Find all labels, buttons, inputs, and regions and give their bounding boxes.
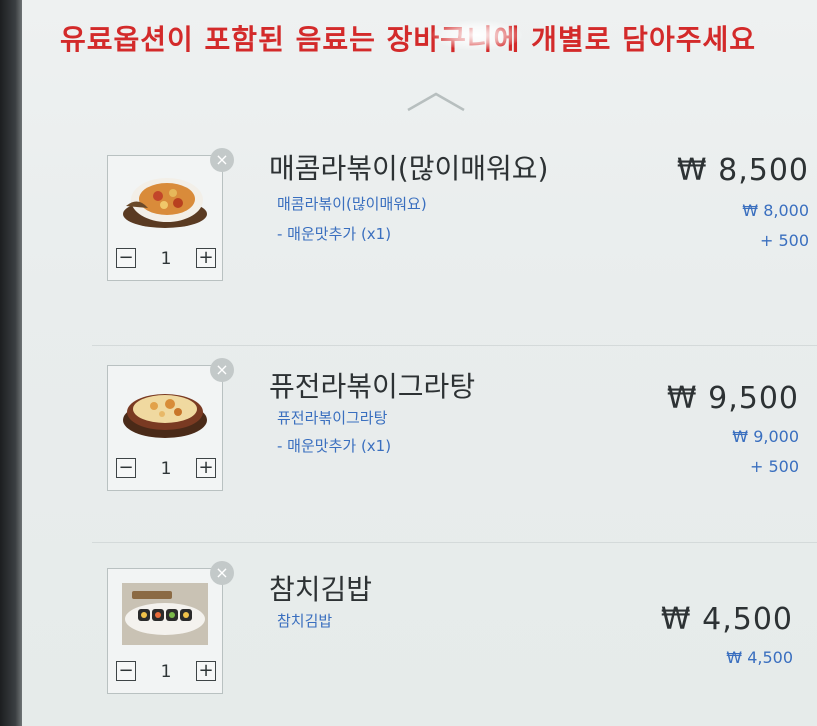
item-base-name: 참치김밥 <box>277 612 333 630</box>
item-base-price: ₩ 8,000 <box>742 201 809 220</box>
item-total-price: ₩ 9,500 <box>666 381 799 416</box>
decrease-quantity-button[interactable]: − <box>116 248 136 268</box>
tuna-gimbap-plate-icon <box>122 583 208 645</box>
scroll-up-button[interactable] <box>406 86 466 116</box>
quantity-stepper: − 1 + <box>116 458 216 480</box>
item-thumbnail-box: × − 1 + <box>107 148 234 281</box>
item-option: - 매운맛추가 (x1) <box>277 225 392 243</box>
item-divider <box>92 345 817 346</box>
item-base-price: ₩ 4,500 <box>726 648 793 667</box>
item-base-name: 매콤라볶이(많이매워요) <box>277 195 427 213</box>
cart-item: × − 1 + 퓨전라볶이그라탕 퓨전라볶이그라탕 - 매운맛추가 (x1) ₩… <box>97 358 817 555</box>
item-name: 매콤라볶이(많이매워요) <box>269 152 549 185</box>
item-base-name: 퓨전라볶이그라탕 <box>277 409 388 427</box>
rabokki-gratin-dish-icon <box>123 394 207 438</box>
increase-quantity-button[interactable]: + <box>196 248 216 268</box>
item-total-price: ₩ 4,500 <box>660 602 793 637</box>
decrease-quantity-button[interactable]: − <box>116 458 136 478</box>
quantity-value: 1 <box>160 249 172 269</box>
spicy-rabokki-dish-icon <box>123 178 207 228</box>
remove-item-button[interactable]: × <box>210 358 234 382</box>
close-icon: × <box>215 360 229 379</box>
paid-option-notice: 유료옵션이 포함된 음료는 장바구니에 개별로 담아주세요 <box>60 23 756 56</box>
increase-quantity-button[interactable]: + <box>196 458 216 478</box>
item-thumbnail-box: × − 1 + <box>107 561 234 694</box>
remove-item-button[interactable]: × <box>210 561 234 585</box>
item-option-price: + 500 <box>749 457 799 476</box>
item-name: 참치김밥 <box>269 573 373 606</box>
quantity-value: 1 <box>160 662 172 682</box>
cart-item: × − 1 + 매콤라볶이(많이매워요) 매콤라볶이(많이매워요) - 매운맛추… <box>97 148 817 345</box>
increase-quantity-button[interactable]: + <box>196 661 216 681</box>
remove-item-button[interactable]: × <box>210 148 234 172</box>
item-divider <box>92 542 817 543</box>
item-option: - 매운맛추가 (x1) <box>277 437 392 455</box>
screen-glare <box>432 20 522 50</box>
close-icon: × <box>215 563 229 582</box>
screen-bezel <box>0 0 22 726</box>
quantity-value: 1 <box>160 459 172 479</box>
quantity-stepper: − 1 + <box>116 248 216 270</box>
cart-item: × − 1 + 참치김밥 참치김밥 ₩ 4,500 ₩ 4,500 <box>97 561 817 726</box>
close-icon: × <box>215 150 229 169</box>
item-option-price: + 500 <box>759 231 809 250</box>
item-total-price: ₩ 8,500 <box>676 153 809 188</box>
chevron-up-icon <box>407 92 465 112</box>
kiosk-screen: 유료옵션이 포함된 음료는 장바구니에 개별로 담아주세요 × − 1 + 매콤… <box>22 0 817 726</box>
item-thumbnail-box: × − 1 + <box>107 358 234 491</box>
item-name: 퓨전라볶이그라탕 <box>269 370 476 403</box>
decrease-quantity-button[interactable]: − <box>116 661 136 681</box>
quantity-stepper: − 1 + <box>116 661 216 683</box>
item-base-price: ₩ 9,000 <box>732 427 799 446</box>
